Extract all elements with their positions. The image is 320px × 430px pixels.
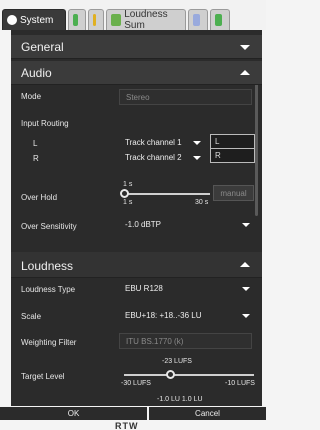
cancel-button[interactable]: Cancel — [149, 407, 266, 420]
routing-left-label: L — [33, 139, 38, 148]
scrollbar[interactable] — [255, 66, 258, 216]
loudness-tolerance-values: -1.0 LU 1.0 LU — [157, 396, 203, 403]
section-audio-title: Audio — [21, 66, 52, 80]
loudness-type-label: Loudness Type — [21, 285, 76, 294]
vectorscope-icon — [193, 14, 200, 26]
over-sensitivity-label: Over Sensitivity — [21, 222, 77, 231]
scale-dropdown[interactable]: EBU+18: +18..-36 LU — [119, 308, 256, 324]
routing-right-dropdown-value: Track channel 2 — [125, 153, 182, 162]
tab-bars[interactable] — [88, 9, 104, 30]
loudness-type-value: EBU R128 — [125, 284, 163, 293]
weighting-filter-label: Weighting Filter — [21, 338, 77, 347]
over-hold-slider-track[interactable] — [124, 193, 210, 195]
tab-loudness-sum-label: Loudness Sum — [124, 9, 168, 31]
over-sensitivity-dropdown[interactable]: -1.0 dBTP — [119, 217, 256, 233]
weighting-filter-field: ITU BS.1770 (k) — [119, 333, 252, 349]
over-hold-value: 1 s — [123, 181, 133, 188]
tab-system-label: System — [20, 14, 54, 26]
loudness-type-dropdown[interactable]: EBU R128 — [119, 281, 256, 297]
routing-left-name-input[interactable]: L — [210, 134, 255, 149]
section-general[interactable]: General — [11, 35, 262, 59]
scale-value: EBU+18: +18..-36 LU — [125, 311, 202, 320]
over-sensitivity-value: -1.0 dBTP — [125, 220, 162, 229]
input-routing-label: Input Routing — [21, 119, 69, 128]
target-level-slider-track[interactable] — [124, 374, 254, 376]
ok-button[interactable]: OK — [0, 407, 147, 420]
manual-button[interactable]: manual — [213, 185, 254, 201]
target-level-min: -30 LUFS — [121, 380, 151, 387]
routing-right-name-input[interactable]: R — [210, 148, 255, 163]
settings-panel[interactable]: General Audio Mode Stereo Input Routing … — [11, 30, 262, 406]
collapse-up-icon — [240, 262, 250, 267]
meter-icon — [73, 14, 78, 26]
correlation-icon — [215, 14, 222, 26]
gear-icon — [7, 15, 17, 25]
loudness-icon — [111, 14, 122, 26]
routing-right-label: R — [33, 154, 39, 163]
scale-label: Scale — [21, 312, 42, 321]
chevron-down-icon — [242, 223, 250, 227]
tab-correlation[interactable] — [210, 9, 230, 30]
target-level-label: Target Level — [21, 372, 65, 381]
over-hold-slider-knob[interactable] — [120, 189, 129, 198]
target-level-slider-knob[interactable] — [165, 370, 175, 379]
chevron-down-icon — [242, 287, 250, 291]
tab-system[interactable]: System — [2, 9, 66, 30]
chevron-down-icon — [242, 314, 250, 318]
section-audio[interactable]: Audio — [11, 61, 262, 85]
routing-right-dropdown[interactable]: Track channel 2 — [119, 150, 207, 166]
tab-meter[interactable] — [68, 9, 86, 30]
collapse-up-icon — [240, 70, 250, 75]
tab-loudness-sum[interactable]: Loudness Sum — [106, 9, 186, 31]
over-hold-min: 1 s — [123, 199, 133, 206]
section-loudness[interactable]: Loudness — [11, 252, 262, 278]
collapse-down-icon — [240, 45, 250, 50]
chevron-down-icon — [193, 156, 201, 160]
tab-vectorscope[interactable] — [188, 9, 208, 30]
over-hold-max: 30 s — [195, 199, 209, 206]
over-hold-label: Over Hold — [21, 193, 58, 202]
chevron-down-icon — [193, 141, 201, 145]
section-general-title: General — [21, 40, 64, 54]
target-level-value: -23 LUFS — [162, 358, 192, 365]
mode-label: Mode — [21, 92, 42, 101]
tab-bar: System Loudness Sum — [0, 0, 266, 31]
target-level-max: -10 LUFS — [225, 380, 255, 387]
routing-left-dropdown[interactable]: Track channel 1 — [119, 135, 207, 151]
mode-field: Stereo — [119, 89, 252, 105]
rtw-logo: RTW — [115, 421, 139, 430]
section-loudness-title: Loudness — [21, 259, 74, 273]
routing-left-dropdown-value: Track channel 1 — [125, 138, 182, 147]
bars-icon — [93, 14, 96, 26]
